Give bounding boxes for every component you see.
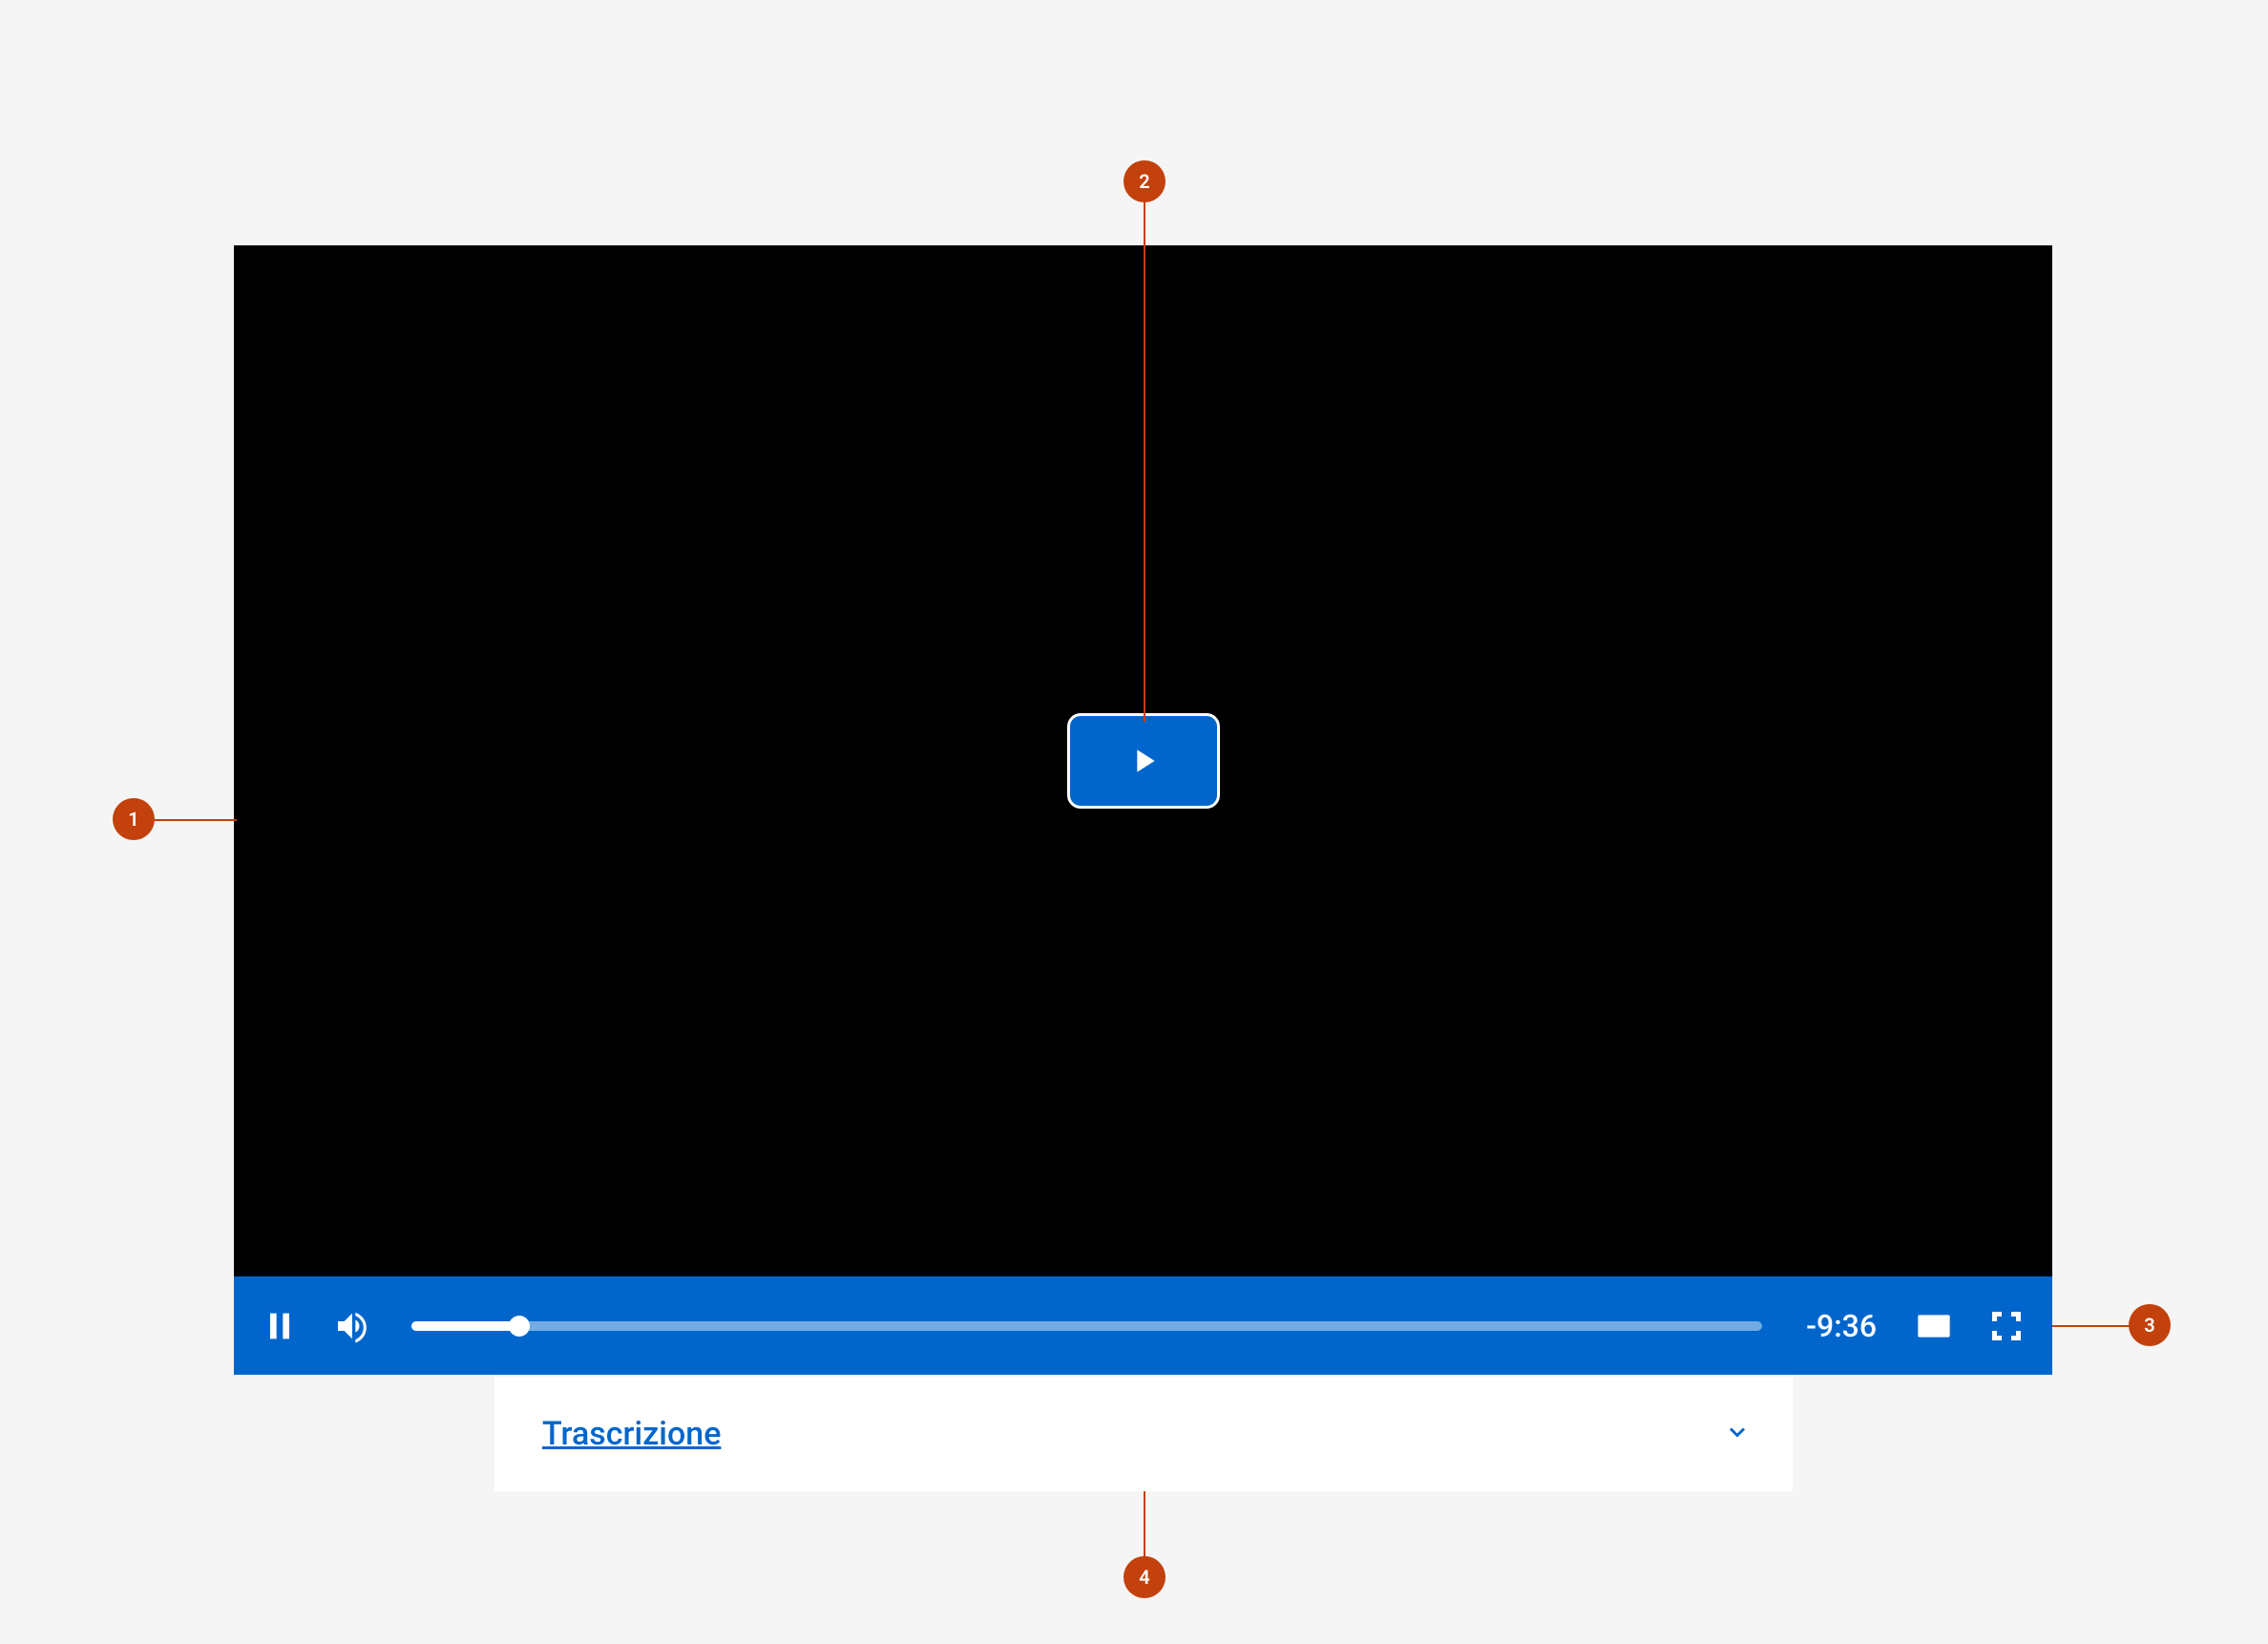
annotation-line	[1144, 1491, 1145, 1560]
fullscreen-button[interactable]	[1984, 1303, 2029, 1349]
annotation-badge-2: 2	[1124, 160, 1166, 202]
play-overlay-button[interactable]	[1067, 713, 1220, 809]
annotation-line	[2052, 1325, 2134, 1327]
progress-thumb[interactable]	[509, 1316, 530, 1337]
annotation-line	[151, 819, 237, 821]
progress-fill	[411, 1321, 519, 1331]
time-remaining: -9:36	[1798, 1308, 1884, 1344]
chevron-down-icon	[1724, 1419, 1751, 1449]
volume-button[interactable]	[329, 1303, 375, 1349]
pause-button[interactable]	[257, 1303, 303, 1349]
play-icon	[1124, 742, 1163, 780]
annotation-line	[1144, 199, 1145, 722]
progress-bar[interactable]	[411, 1317, 1762, 1336]
fullscreen-icon	[1987, 1307, 2026, 1345]
captions-button[interactable]	[1911, 1303, 1957, 1349]
pause-icon	[261, 1307, 299, 1345]
annotation-badge-1: 1	[113, 798, 155, 840]
page-canvas: -9:36 Trascrizione 1 2 3 4	[0, 0, 2268, 1644]
annotation-badge-3: 3	[2129, 1304, 2171, 1346]
progress-track	[411, 1321, 1762, 1331]
captions-icon	[1915, 1307, 1953, 1345]
annotation-badge-4: 4	[1124, 1556, 1166, 1598]
volume-icon	[333, 1307, 371, 1345]
transcription-label: Trascrizione	[542, 1415, 721, 1453]
video-control-bar: -9:36	[234, 1276, 2052, 1375]
transcription-accordion[interactable]: Trascrizione	[494, 1377, 1793, 1491]
